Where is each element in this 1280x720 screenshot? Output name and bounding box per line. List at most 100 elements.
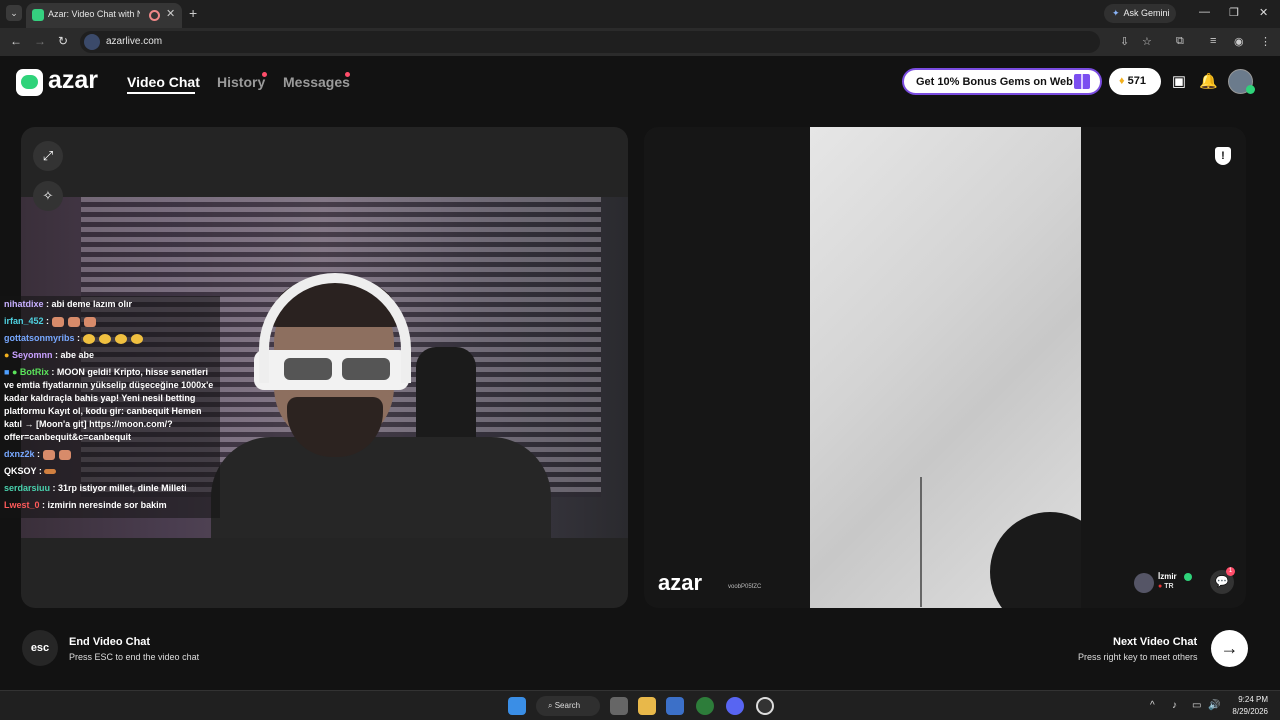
azar-logo-text[interactable]: azar: [48, 66, 98, 95]
chat-message: serdarsiuu : 31rp istiyor millet, dinle …: [4, 482, 216, 495]
chat-username: BotRix: [19, 367, 49, 377]
reload-icon[interactable]: ↻: [58, 34, 68, 48]
user-avatar[interactable]: [1228, 69, 1255, 94]
taskbar-clock[interactable]: 9:24 PM 8/29/2026: [1226, 694, 1268, 718]
microphone-icon[interactable]: ♪: [1172, 700, 1177, 711]
emote-icon: [114, 333, 127, 344]
chat-message: gottatsonmyribs :: [4, 332, 216, 345]
messages-notification-dot: [345, 72, 350, 77]
windows-start-icon[interactable]: [508, 697, 526, 715]
partner-city: İzmir: [1158, 572, 1177, 581]
end-chat-esc-button[interactable]: esc: [22, 630, 58, 666]
history-notification-dot: [262, 72, 267, 77]
azar-logo-icon[interactable]: [16, 69, 43, 96]
emote-icon: [67, 316, 80, 327]
microsoft-store-icon[interactable]: [666, 697, 684, 715]
emote-icon: [51, 316, 64, 327]
back-icon[interactable]: ←: [10, 34, 22, 48]
chat-text: : abi deme lazım olır: [46, 299, 133, 309]
expand-icon[interactable]: ⤢: [33, 141, 63, 171]
chat-text: : MOON geldi! Kripto, hisse senetleri ve…: [4, 367, 214, 442]
nav-video-chat[interactable]: Video Chat: [127, 74, 200, 90]
profile-icon[interactable]: ◉: [1234, 35, 1244, 48]
chat-text: : abe abe: [54, 350, 94, 360]
clock-time: 9:24 PM: [1238, 695, 1268, 704]
shop-icon[interactable]: ▣: [1170, 73, 1188, 91]
chat-message: QKSOY :: [4, 465, 216, 478]
badge-icon: ●: [4, 350, 10, 360]
nav-active-underline: [127, 92, 195, 94]
emote-icon: [130, 333, 143, 344]
gem-balance-button[interactable]: ♦ 571: [1109, 68, 1161, 95]
minimize-button[interactable]: —: [1199, 6, 1210, 18]
chat-unread-badge: 1: [1226, 567, 1235, 576]
verified-badge-icon: ●: [11, 367, 18, 377]
media-control-icon[interactable]: ≡: [1210, 35, 1216, 47]
browser-menu-icon[interactable]: ⋮: [1260, 35, 1271, 48]
stream-chat-overlay: nihatdixe : abi deme lazım olır irfan_45…: [0, 296, 220, 518]
azar-favicon-icon: [32, 9, 44, 21]
next-video-chat-title[interactable]: Next Video Chat: [1113, 636, 1197, 648]
new-tab-button[interactable]: +: [189, 5, 197, 21]
report-shield-icon[interactable]: !: [1215, 147, 1231, 165]
chat-text: : izmirin neresinde sor bakim: [42, 500, 167, 510]
tab-close-icon[interactable]: ✕: [166, 7, 175, 20]
nav-messages[interactable]: Messages: [283, 74, 350, 90]
chat-text: :: [38, 466, 42, 476]
end-video-chat-title[interactable]: End Video Chat: [69, 636, 150, 648]
file-explorer-icon[interactable]: [638, 697, 656, 715]
task-view-icon[interactable]: [610, 697, 628, 715]
country-code: TR: [1164, 583, 1174, 590]
bell-icon[interactable]: 🔔: [1199, 73, 1218, 91]
watermark-id: voobP05fZC: [728, 584, 762, 590]
omnibox[interactable]: azarlive.com: [80, 31, 1100, 53]
verified-icon: [1184, 573, 1192, 581]
azar-app: azar Video Chat History Messages Get 10%…: [0, 56, 1280, 690]
bookmark-star-icon[interactable]: ☆: [1142, 35, 1152, 48]
chat-message: irfan_452 :: [4, 315, 216, 328]
nav-history[interactable]: History: [217, 74, 265, 90]
obs-icon[interactable]: [756, 697, 774, 715]
bonus-gems-button[interactable]: Get 10% Bonus Gems on Web!: [902, 68, 1102, 95]
volume-icon[interactable]: 🔊: [1208, 700, 1220, 711]
remote-video-panel: ! azar voobP05fZC İzmir ● TR 💬 1: [644, 127, 1246, 608]
bonus-gems-label: Get 10% Bonus Gems on Web!: [916, 76, 1077, 88]
gemini-icon: ✦: [1112, 8, 1120, 18]
chat-message: ■ ● BotRix : MOON geldi! Kripto, hisse s…: [4, 366, 216, 444]
gem-icon: ♦: [1119, 75, 1125, 87]
chat-username: QKSOY: [4, 466, 37, 476]
chat-message: Lwest_0 : izmirin neresinde sor bakim: [4, 499, 216, 512]
forward-icon[interactable]: →: [34, 34, 46, 48]
ceiling-edge: [920, 477, 922, 607]
partner-avatar[interactable]: [1134, 573, 1154, 593]
tab-list-button[interactable]: ⌄: [6, 5, 22, 21]
emote-icon: [83, 316, 96, 327]
turkey-flag-icon: ●: [1158, 583, 1163, 590]
url-text: azarlive.com: [106, 36, 163, 47]
restore-button[interactable]: ❐: [1229, 6, 1239, 19]
end-video-chat-hint: Press ESC to end the video chat: [69, 652, 200, 662]
extensions-icon[interactable]: ⧉: [1176, 35, 1184, 48]
discord-icon[interactable]: [726, 697, 744, 715]
chat-username: irfan_452: [4, 316, 44, 326]
browser-tab-bar: ⌄ Azar: Video Chat with New ✕ + ✦Ask Gem…: [0, 0, 1280, 28]
close-window-button[interactable]: ✕: [1259, 6, 1268, 19]
emote-icon: [82, 333, 95, 344]
chat-message: dxnz2k :: [4, 448, 216, 461]
browser-tab[interactable]: Azar: Video Chat with New ✕: [26, 3, 182, 28]
site-info-icon[interactable]: [84, 34, 100, 50]
ask-gemini-button[interactable]: ✦ Ask Gemini: [1104, 4, 1176, 23]
install-app-icon[interactable]: ⇩: [1120, 35, 1129, 48]
next-arrow-button[interactable]: →: [1211, 630, 1248, 667]
chrome-icon[interactable]: [696, 697, 714, 715]
taskbar-search[interactable]: ⌕ Search: [536, 696, 600, 716]
chat-username: Seyomnn: [11, 350, 53, 360]
magic-wand-icon[interactable]: ✧: [33, 181, 63, 211]
display-icon[interactable]: ▭: [1192, 700, 1201, 711]
emote-icon: [42, 449, 55, 460]
emote-icon: [58, 449, 71, 460]
gem-count: 571: [1127, 75, 1146, 87]
chat-username: dxnz2k: [4, 449, 35, 459]
address-bar-row: ← → ↻ azarlive.com ⇩ ☆ ⧉ ≡ ◉ ⋮: [0, 28, 1280, 56]
tray-chevron-icon[interactable]: ^: [1150, 700, 1155, 711]
